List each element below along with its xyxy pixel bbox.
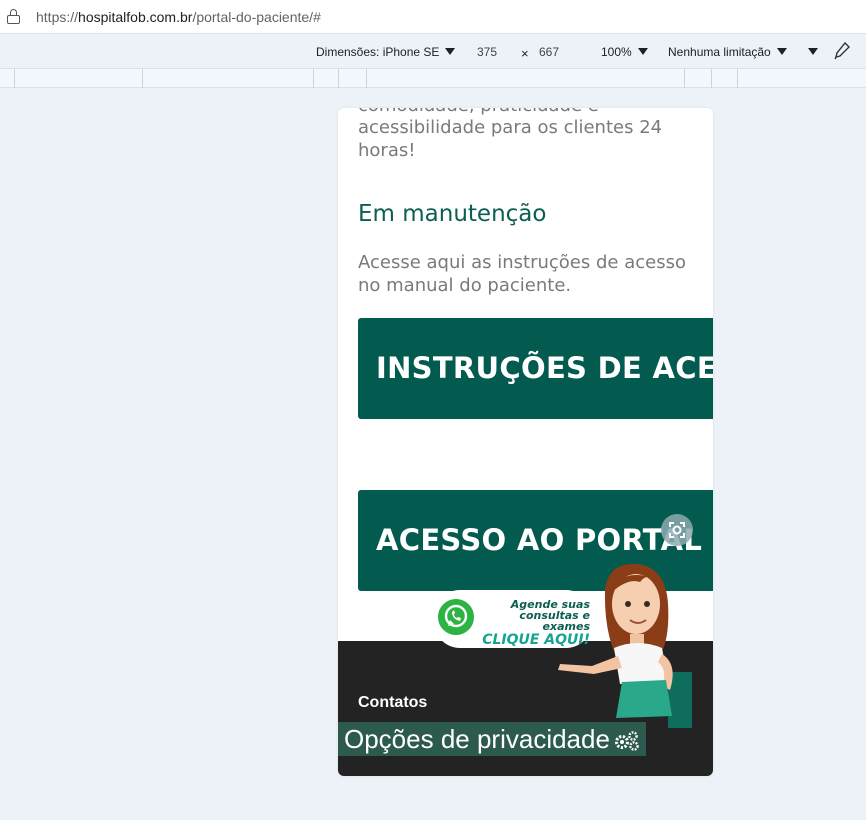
address-bar[interactable]: https://hospitalfob.com.br/portal-do-pac…	[0, 0, 866, 34]
chevron-down-icon	[808, 48, 818, 56]
dimension-separator: ×	[521, 46, 529, 61]
url-path: /portal-do-paciente/#	[192, 9, 321, 25]
lock-icon[interactable]	[7, 9, 20, 24]
chevron-down-icon	[445, 48, 456, 56]
zoom-select[interactable]: 100%	[601, 45, 648, 59]
chevron-down-icon	[637, 48, 648, 56]
instructions-button[interactable]: INSTRUÇÕES DE ACESSO	[358, 318, 713, 419]
mascot-illustration[interactable]	[550, 560, 710, 730]
contacts-title: Contatos	[358, 694, 428, 711]
more-options-dropdown[interactable]	[808, 45, 818, 59]
device-dimensions-label: Dimensões: iPhone SE	[316, 45, 440, 59]
maintenance-heading: Em manutenção	[358, 201, 547, 227]
url-host: hospitalfob.com.br	[78, 9, 193, 25]
throttle-label: Nenhuma limitação	[668, 45, 771, 59]
media-query-ruler[interactable]	[0, 68, 866, 88]
zoom-label: 100%	[601, 45, 632, 59]
eyedropper-icon[interactable]	[834, 42, 850, 60]
throttle-select[interactable]: Nenhuma limitação	[668, 45, 787, 59]
url-scheme: https://	[36, 9, 79, 25]
whatsapp-icon[interactable]	[436, 597, 476, 637]
gears-icon	[614, 731, 639, 751]
url-text[interactable]: https://hospitalfob.com.br/portal-do-pac…	[36, 9, 321, 25]
visual-search-icon[interactable]	[661, 514, 693, 546]
chevron-down-icon	[776, 48, 787, 56]
device-toolbar: Dimensões: iPhone SE 375 × 667 100% Nenh…	[0, 35, 866, 68]
device-dimensions-select[interactable]: Dimensões: iPhone SE	[316, 45, 456, 59]
viewport-height-input[interactable]: 667	[539, 45, 559, 59]
mobile-viewport: comodidade, praticidade e acessibilidade…	[338, 108, 713, 776]
instructions-text: Acesse aqui as instruções de acesso no m…	[358, 252, 686, 296]
intro-text: acessibilidade para os clientes 24 horas…	[358, 117, 663, 161]
viewport-width-input[interactable]: 375	[477, 45, 497, 59]
